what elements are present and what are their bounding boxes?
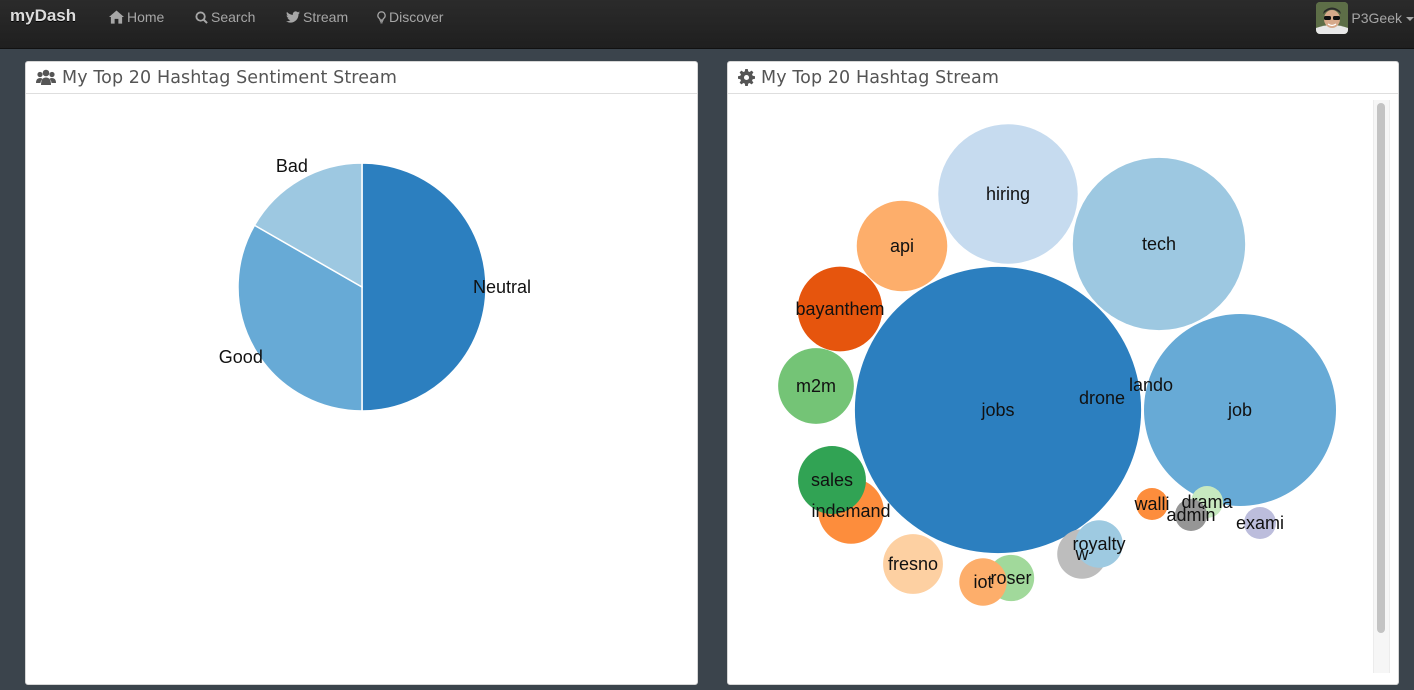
bubble-label-bayanthem: bayanthem (795, 299, 884, 319)
panel-scrollbar[interactable] (1373, 100, 1390, 673)
bubble-label-m2m: m2m (796, 376, 836, 396)
users-icon (36, 69, 56, 85)
lightbulb-icon (377, 10, 386, 23)
hashtag-panel-title: My Top 20 Hashtag Stream (761, 67, 1000, 88)
bubble-label-roser: roser (990, 568, 1031, 588)
bubble-label-drone: drone (1079, 388, 1125, 408)
caret-down-icon (1406, 17, 1414, 21)
sentiment-pie-chart: Neutral Good Bad (219, 156, 531, 412)
nav-home[interactable]: Home (109, 9, 164, 25)
nav-stream[interactable]: Stream (286, 9, 348, 25)
pie-label-bad: Bad (276, 156, 308, 176)
nav-discover[interactable]: Discover (377, 9, 443, 25)
bubble-label-iot: iot (973, 572, 992, 592)
sentiment-panel-header: My Top 20 Hashtag Sentiment Stream (26, 62, 697, 94)
bubble-label-indemand: indemand (811, 501, 890, 521)
bubble-label-exami: exami (1236, 513, 1284, 533)
nav-home-label: Home (127, 9, 165, 25)
bubble-label-jobs: jobs (980, 400, 1014, 420)
bubble-label-walli: walli (1133, 494, 1169, 514)
nav-stream-label: Stream (303, 9, 349, 25)
pie-slice-neutral[interactable] (361, 162, 487, 412)
top-navbar: myDash Home Search Stream Discover P3Gee… (0, 0, 1414, 49)
hashtag-panel-header: My Top 20 Hashtag Stream (728, 62, 1398, 94)
panel-scrollbar-thumb[interactable] (1377, 103, 1385, 633)
nav-search-label: Search (211, 9, 256, 25)
bubble-label-admin: admin (1166, 505, 1215, 525)
brand-logo[interactable]: myDash (10, 6, 76, 26)
twitter-icon (286, 11, 300, 23)
user-menu[interactable]: P3Geek (1316, 2, 1414, 34)
nav-search[interactable]: Search (195, 9, 255, 25)
pie-label-neutral: Neutral (473, 277, 531, 297)
home-icon (109, 10, 124, 24)
username: P3Geek (1351, 10, 1402, 26)
sentiment-panel-title: My Top 20 Hashtag Sentiment Stream (62, 67, 398, 88)
nav-discover-label: Discover (389, 9, 444, 25)
bubble-label-royalty: royalty (1072, 534, 1125, 554)
hashtag-bubble-chart: jobs job tech hiring api bayanthem m2m indemand… (778, 124, 1336, 606)
bubble-label-hiring: hiring (986, 184, 1030, 204)
pie-label-good: Good (219, 347, 263, 367)
hashtag-panel: My Top 20 Hashtag Stream jobs job tech hiri… (727, 61, 1399, 685)
bubble-label-fresno: fresno (888, 554, 938, 574)
avatar (1316, 2, 1349, 34)
sentiment-panel: My Top 20 Hashtag Sentiment Stream Neutr… (25, 61, 698, 685)
bubble-label-job: job (1227, 400, 1252, 420)
bubble-label-tech: tech (1142, 234, 1176, 254)
bubble-label-lando: lando (1129, 375, 1173, 395)
bubble-label-api: api (890, 236, 914, 256)
bubble-label-sales: sales (811, 470, 853, 490)
gear-icon (738, 69, 755, 86)
search-icon (195, 10, 208, 24)
